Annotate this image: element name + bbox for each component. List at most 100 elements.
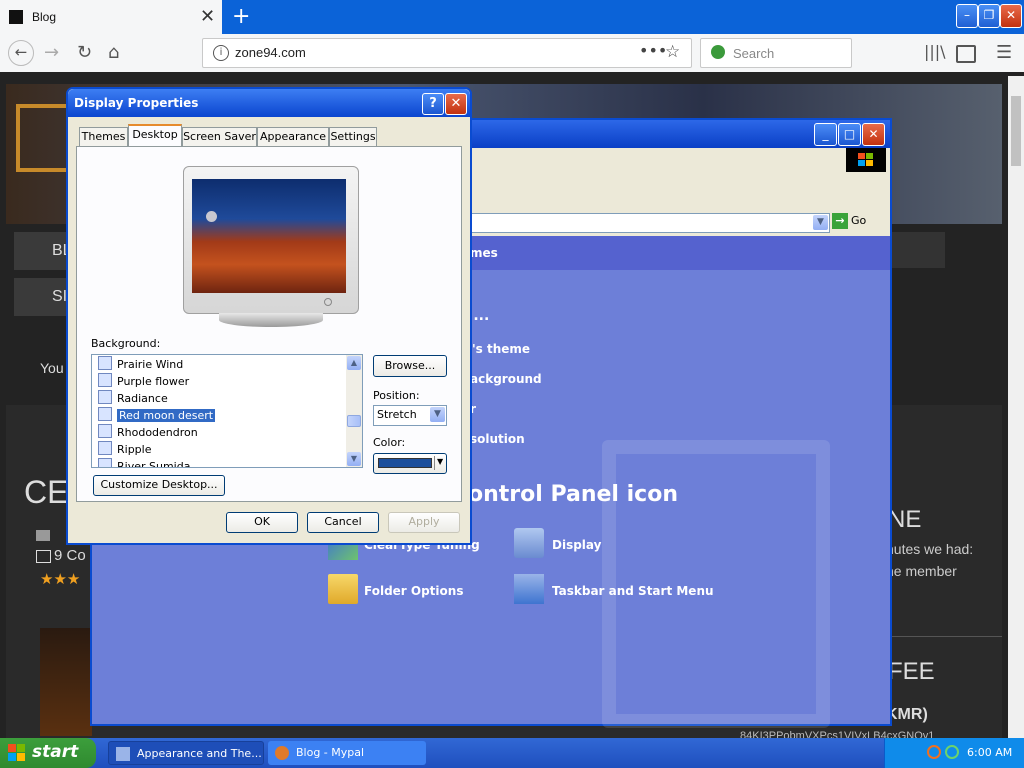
cp-go-button[interactable]: → Go bbox=[832, 213, 866, 229]
tab-close-icon[interactable]: ✕ bbox=[200, 6, 215, 27]
bookmark-star-icon[interactable]: ☆ bbox=[665, 42, 680, 62]
color-picker-button[interactable]: ▼ bbox=[373, 453, 447, 474]
sidebar-icon[interactable] bbox=[956, 45, 976, 63]
back-icon[interactable]: ← bbox=[8, 40, 34, 66]
cp-item-taskbar[interactable]: Taskbar and Start Menu bbox=[552, 584, 714, 598]
forward-icon[interactable]: → bbox=[44, 42, 59, 63]
sidebar-heading-1: NE bbox=[888, 506, 922, 533]
cancel-button[interactable]: Cancel bbox=[307, 512, 379, 533]
cp-maximize-button[interactable]: □ bbox=[838, 123, 861, 146]
apply-button[interactable]: Apply bbox=[388, 512, 460, 533]
search-bar[interactable]: Search bbox=[700, 38, 852, 68]
site-nav-item-2[interactable]: SI bbox=[14, 278, 74, 316]
display-properties-dialog: Display Properties ? ✕ Themes Desktop Sc… bbox=[66, 87, 472, 545]
menu-icon[interactable]: ☰ bbox=[996, 42, 1012, 63]
image-file-icon bbox=[98, 390, 112, 404]
post-thumbnail[interactable] bbox=[40, 628, 92, 736]
list-item-selected[interactable]: Red moon desert bbox=[98, 407, 216, 424]
rating-stars-icon: ★★★ bbox=[40, 570, 81, 588]
tab-themes[interactable]: Themes bbox=[79, 127, 128, 147]
system-tray: 6:00 AM bbox=[884, 738, 1024, 768]
browser-restore-button[interactable]: ❐ bbox=[978, 4, 1000, 28]
monitor-stand bbox=[219, 313, 323, 327]
scrollbar-thumb[interactable] bbox=[1011, 96, 1021, 166]
tab-appearance[interactable]: Appearance bbox=[257, 127, 329, 147]
background-list[interactable]: Prairie Wind Purple flower Radiance Red … bbox=[91, 354, 363, 468]
list-item[interactable]: Radiance bbox=[98, 390, 168, 407]
list-item[interactable]: Ripple bbox=[98, 441, 152, 458]
moon-icon bbox=[206, 211, 217, 222]
scroll-down-icon[interactable]: ▼ bbox=[347, 452, 361, 466]
search-placeholder[interactable]: Search bbox=[733, 46, 774, 61]
page-scrollbar[interactable] bbox=[1008, 76, 1024, 738]
windows-flag-icon bbox=[8, 744, 26, 762]
position-select[interactable]: Stretch ▼ bbox=[373, 405, 447, 426]
tab-settings[interactable]: Settings bbox=[329, 127, 377, 147]
display-icon[interactable] bbox=[514, 528, 544, 558]
color-divider bbox=[434, 456, 435, 470]
taskbar-item-browser[interactable]: Blog - Mypal bbox=[268, 741, 426, 765]
cp-task-theme[interactable]: 's theme bbox=[472, 342, 530, 356]
scroll-up-icon[interactable]: ▲ bbox=[347, 356, 361, 370]
new-tab-button[interactable]: + bbox=[232, 4, 250, 29]
browser-nav-bar: ← → ↻ ⌂ i zone94.com ••• ☆ Search |||\ ☰ bbox=[0, 34, 1024, 73]
customize-desktop-button[interactable]: Customize Desktop... bbox=[93, 475, 225, 496]
site-nav-item-1[interactable]: BL bbox=[14, 232, 74, 270]
browse-button[interactable]: Browse... bbox=[373, 355, 447, 377]
cp-close-button[interactable]: ✕ bbox=[862, 123, 885, 146]
dialog-titlebar[interactable]: Display Properties ? ✕ bbox=[68, 89, 470, 117]
list-item[interactable]: River Sumida bbox=[98, 458, 190, 467]
list-item[interactable]: Purple flower bbox=[98, 373, 189, 390]
page-text-you: You bbox=[40, 360, 64, 376]
folder-options-icon[interactable] bbox=[328, 574, 358, 604]
reload-icon[interactable]: ↻ bbox=[77, 42, 92, 63]
help-button[interactable]: ? bbox=[422, 93, 444, 115]
list-scrollbar[interactable]: ▲ ▼ bbox=[346, 355, 362, 467]
cp-item-folder-options[interactable]: Folder Options bbox=[364, 584, 463, 598]
position-dropdown-icon[interactable]: ▼ bbox=[430, 407, 445, 422]
folder-icon bbox=[36, 530, 50, 541]
start-button[interactable]: start bbox=[0, 738, 96, 768]
list-item[interactable]: Rhododendron bbox=[98, 424, 198, 441]
power-led-icon bbox=[324, 298, 332, 306]
dialog-close-button[interactable]: ✕ bbox=[445, 93, 467, 115]
image-file-icon bbox=[98, 407, 112, 421]
ok-button[interactable]: OK bbox=[226, 512, 298, 533]
post-comments[interactable]: 9 Co bbox=[54, 547, 86, 564]
clock[interactable]: 6:00 AM bbox=[967, 746, 1012, 759]
go-arrow-icon: → bbox=[832, 213, 848, 229]
address-dropdown-icon[interactable]: ▼ bbox=[813, 215, 828, 230]
url-text[interactable]: zone94.com bbox=[235, 45, 306, 60]
comment-icon bbox=[36, 550, 51, 563]
browser-minimize-button[interactable]: – bbox=[956, 4, 978, 28]
browser-tab[interactable]: Blog ✕ bbox=[0, 0, 222, 34]
divider bbox=[886, 636, 1002, 637]
taskbar-icon[interactable] bbox=[514, 574, 544, 604]
cp-item-display[interactable]: Display bbox=[552, 538, 601, 552]
browser-close-button[interactable]: ✕ bbox=[1000, 4, 1022, 28]
control-panel-icon bbox=[116, 747, 130, 761]
page-actions-icon[interactable]: ••• bbox=[639, 41, 667, 60]
list-item[interactable]: Prairie Wind bbox=[98, 356, 183, 373]
image-file-icon bbox=[98, 356, 112, 370]
cp-task-resolution[interactable]: solution bbox=[470, 432, 525, 446]
url-bar[interactable]: i zone94.com ••• ☆ bbox=[202, 38, 692, 68]
position-label: Position: bbox=[373, 389, 420, 402]
cp-task-background[interactable]: ackground bbox=[470, 372, 542, 386]
home-icon[interactable]: ⌂ bbox=[108, 42, 119, 63]
color-dropdown-icon[interactable]: ▼ bbox=[437, 457, 443, 466]
browser-icon bbox=[275, 746, 289, 760]
image-file-icon bbox=[98, 373, 112, 387]
tab-screen-saver[interactable]: Screen Saver bbox=[182, 127, 257, 147]
sidebar-heading-2: FEE bbox=[888, 658, 935, 685]
taskbar-item-appearance[interactable]: Appearance and The... bbox=[108, 741, 264, 765]
cp-minimize-button[interactable]: _ bbox=[814, 123, 837, 146]
dialog-title: Display Properties bbox=[74, 96, 199, 110]
tab-title: Blog bbox=[32, 10, 57, 24]
scroll-thumb[interactable] bbox=[347, 415, 361, 427]
site-nav-extension bbox=[888, 232, 945, 268]
tray-status-icon[interactable] bbox=[945, 745, 959, 759]
site-info-icon[interactable]: i bbox=[213, 45, 229, 61]
search-icon[interactable] bbox=[927, 745, 941, 759]
library-icon[interactable]: |||\ bbox=[924, 42, 946, 61]
